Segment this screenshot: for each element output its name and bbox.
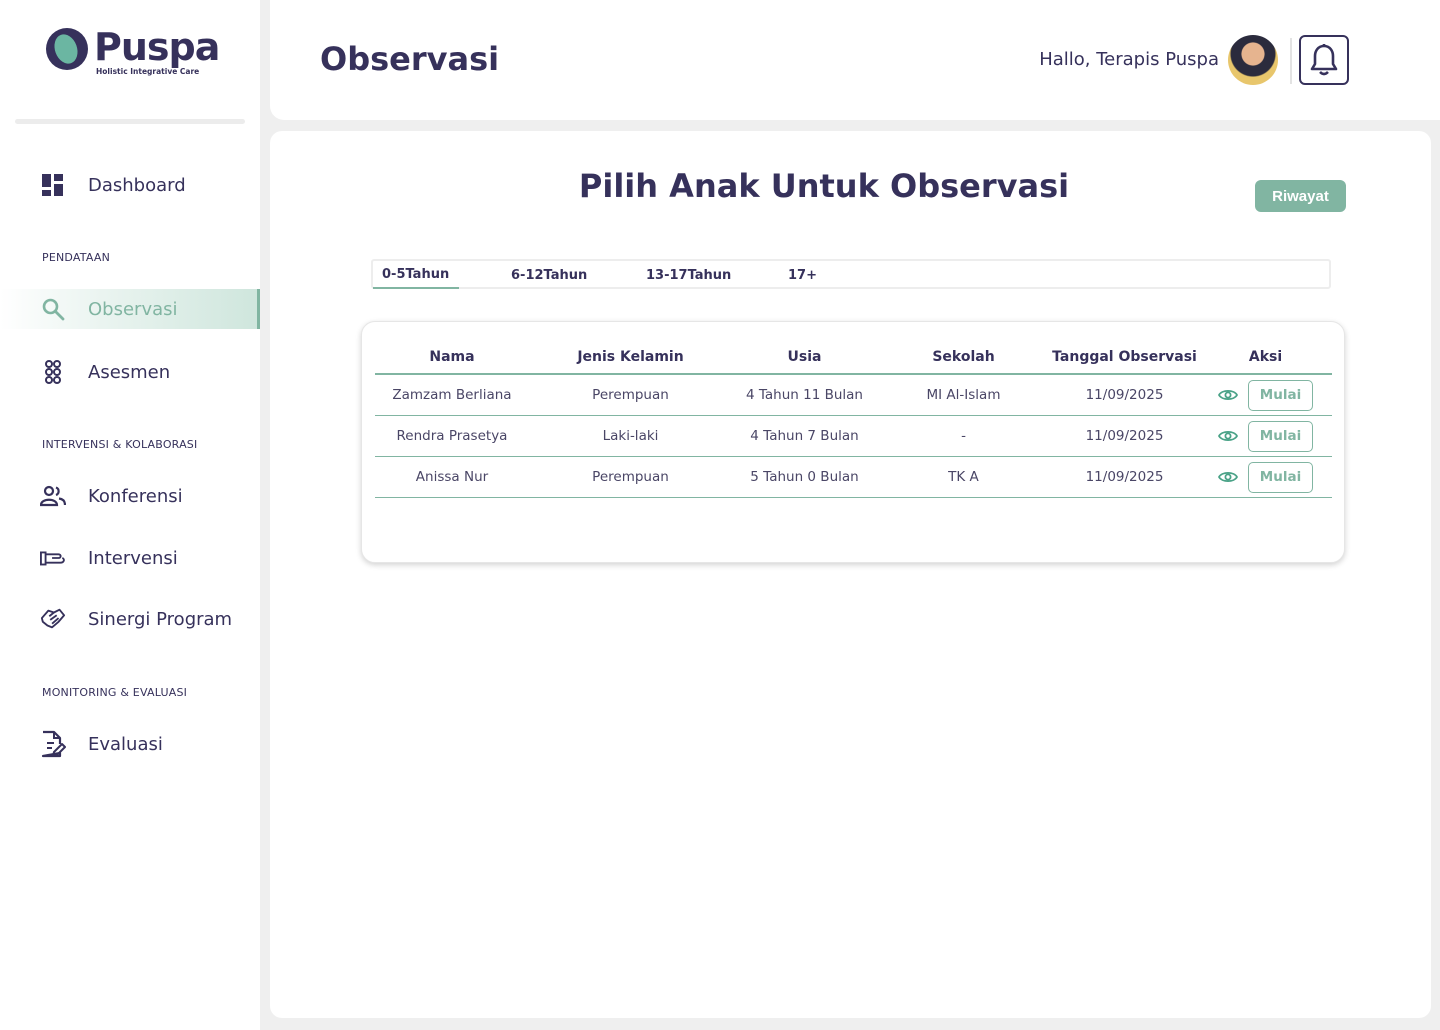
- cell-nama: Rendra Prasetya: [375, 415, 529, 457]
- notification-button[interactable]: [1299, 35, 1349, 85]
- cell-sekolah: MI Al-Islam: [877, 374, 1050, 416]
- cell-tanggal: 11/09/2025: [1050, 456, 1199, 498]
- cell-nama: Anissa Nur: [375, 456, 529, 498]
- section-title: Pilih Anak Untuk Observasi: [578, 167, 1070, 205]
- cell-aksi: Mulai: [1199, 415, 1332, 457]
- table-row: Rendra Prasetya Laki-laki 4 Tahun 7 Bula…: [375, 415, 1332, 457]
- table-header-row: Nama Jenis Kelamin Usia Sekolah Tanggal …: [375, 340, 1332, 375]
- cell-jenis-kelamin: Laki-laki: [529, 415, 732, 457]
- sidebar-item-label: Evaluasi: [88, 733, 163, 755]
- eye-icon[interactable]: [1218, 388, 1238, 402]
- age-tabs: 0-5Tahun 6-12Tahun 13-17Tahun 17+: [371, 259, 1331, 289]
- mulai-button[interactable]: Mulai: [1248, 420, 1313, 452]
- cell-usia: 4 Tahun 11 Bulan: [732, 374, 877, 416]
- sidebar-item-evaluasi[interactable]: Evaluasi: [0, 724, 260, 764]
- eye-icon[interactable]: [1218, 429, 1238, 443]
- mulai-button[interactable]: Mulai: [1248, 461, 1313, 493]
- sidebar-section-title: INTERVENSI & KOLABORASI: [42, 438, 198, 451]
- tab-13-17-tahun[interactable]: 13-17Tahun: [646, 261, 731, 289]
- bell-icon: [1310, 44, 1338, 76]
- sidebar-section-title: PENDATAAN: [42, 251, 111, 264]
- tab-0-5-tahun[interactable]: 0-5Tahun: [373, 261, 459, 289]
- document-edit-icon: [40, 730, 66, 758]
- top-header: Observasi Hallo, Terapis Puspa: [270, 0, 1440, 120]
- puspa-logo[interactable]: Puspa Holistic Integrative Care: [46, 25, 220, 76]
- column-header-usia: Usia: [732, 340, 877, 375]
- sidebar-section-title: MONITORING & EVALUASI: [42, 686, 188, 699]
- cell-tanggal: 11/09/2025: [1050, 374, 1199, 416]
- sidebar-item-label: Asesmen: [88, 361, 171, 383]
- search-icon: [40, 296, 66, 322]
- column-header-aksi: Aksi: [1199, 340, 1332, 375]
- cell-jenis-kelamin: Perempuan: [529, 456, 732, 498]
- cell-aksi: Mulai: [1199, 374, 1332, 416]
- observation-table-card: Nama Jenis Kelamin Usia Sekolah Tanggal …: [361, 321, 1345, 563]
- handshake-icon: [40, 606, 66, 632]
- hand-icon: [40, 545, 66, 571]
- header-divider: [1290, 38, 1292, 84]
- sidebar-item-observasi[interactable]: Observasi: [0, 289, 260, 329]
- column-header-tanggal-observasi: Tanggal Observasi: [1050, 340, 1199, 375]
- riwayat-button[interactable]: Riwayat: [1255, 180, 1346, 212]
- column-header-nama: Nama: [375, 340, 529, 375]
- sidebar-item-label: Konferensi: [88, 485, 183, 507]
- column-header-jenis-kelamin: Jenis Kelamin: [529, 340, 732, 375]
- sidebar-item-label: Intervensi: [88, 547, 178, 569]
- asesmen-icon: [40, 359, 66, 385]
- table-row: Anissa Nur Perempuan 5 Tahun 0 Bulan TK …: [375, 456, 1332, 498]
- mulai-button[interactable]: Mulai: [1248, 379, 1313, 411]
- logo-mark-icon: [46, 28, 88, 70]
- sidebar-item-dashboard[interactable]: Dashboard: [0, 165, 260, 205]
- cell-sekolah: -: [877, 415, 1050, 457]
- cell-jenis-kelamin: Perempuan: [529, 374, 732, 416]
- page-title: Observasi: [320, 40, 500, 78]
- people-icon: [40, 483, 66, 509]
- cell-aksi: Mulai: [1199, 456, 1332, 498]
- eye-icon[interactable]: [1218, 470, 1238, 484]
- cell-tanggal: 11/09/2025: [1050, 415, 1199, 457]
- logo-name: Puspa: [94, 25, 220, 69]
- logo-tagline: Holistic Integrative Care: [96, 67, 200, 76]
- tab-17-plus[interactable]: 17+: [788, 261, 817, 289]
- sidebar-divider: [15, 119, 245, 124]
- table-row: Zamzam Berliana Perempuan 4 Tahun 11 Bul…: [375, 374, 1332, 416]
- sidebar-item-sinergi-program[interactable]: Sinergi Program: [0, 599, 260, 639]
- user-avatar[interactable]: [1228, 35, 1278, 85]
- sidebar-item-label: Sinergi Program: [88, 608, 233, 630]
- sidebar-item-label: Observasi: [88, 298, 178, 320]
- sidebar-item-konferensi[interactable]: Konferensi: [0, 476, 260, 516]
- sidebar: Puspa Holistic Integrative Care Dashboar…: [0, 0, 260, 1030]
- cell-usia: 4 Tahun 7 Bulan: [732, 415, 877, 457]
- tab-6-12-tahun[interactable]: 6-12Tahun: [511, 261, 587, 289]
- cell-nama: Zamzam Berliana: [375, 374, 529, 416]
- sidebar-item-asesmen[interactable]: Asesmen: [0, 352, 260, 392]
- sidebar-item-label: Dashboard: [88, 174, 186, 196]
- sidebar-item-intervensi[interactable]: Intervensi: [0, 538, 260, 578]
- column-header-sekolah: Sekolah: [877, 340, 1050, 375]
- cell-usia: 5 Tahun 0 Bulan: [732, 456, 877, 498]
- user-greeting: Hallo, Terapis Puspa: [1039, 49, 1219, 70]
- observation-table: Nama Jenis Kelamin Usia Sekolah Tanggal …: [375, 340, 1332, 498]
- dashboard-icon: [40, 172, 66, 198]
- cell-sekolah: TK A: [877, 456, 1050, 498]
- main-content: Pilih Anak Untuk Observasi Riwayat 0-5Ta…: [270, 131, 1431, 1018]
